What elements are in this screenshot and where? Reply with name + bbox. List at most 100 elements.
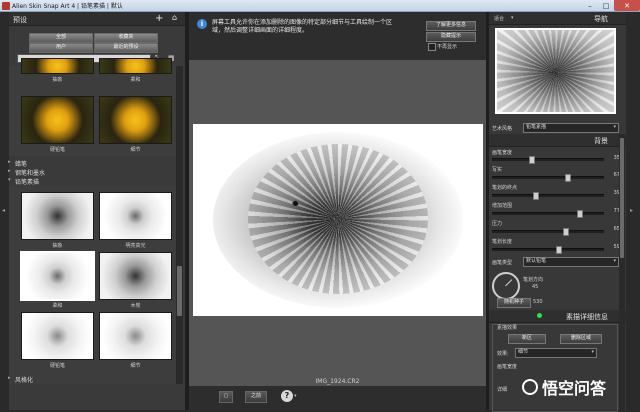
settings-scrollbar[interactable] (619, 134, 625, 410)
stroke-end-slider[interactable] (492, 192, 604, 200)
zoom-label[interactable]: 适合 (494, 15, 504, 22)
detail-title: 素描详细信息 (566, 313, 608, 321)
dont-show-checkbox[interactable] (428, 43, 436, 51)
preset-thumb[interactable] (21, 312, 94, 360)
settings-scroll-thumb[interactable] (620, 138, 624, 258)
preset-thumb[interactable] (99, 58, 172, 74)
preview-image[interactable] (193, 124, 483, 316)
random-seed-value: 530 (533, 299, 543, 305)
category-stylize[interactable]: 风格化 (8, 375, 33, 384)
tab-recent[interactable]: 最近的预设 (94, 43, 158, 53)
right-collapse-strip[interactable]: ▸ (626, 12, 640, 410)
maximize-button[interactable]: □ (598, 0, 614, 11)
dont-show-label: 不再显示 (437, 44, 458, 50)
detail-enabled-indicator[interactable] (537, 313, 542, 318)
remove-region-button[interactable]: 删除区域 (560, 334, 602, 344)
slider-label: 画笔宽度 (492, 150, 513, 156)
tip-text: 屏幕工具允许你在添加删除的图像的特定部分细节与工具绘制一个区域，然后调整详细画面… (212, 19, 393, 34)
category-crayon[interactable]: 蜡笔 (8, 159, 27, 168)
hide-tip-button[interactable]: 隐藏提示 (426, 32, 476, 42)
random-seed-button[interactable]: 随机种子 (497, 298, 531, 308)
add-region-button[interactable]: 新区 (508, 334, 546, 344)
watermark: 悟空问答 (522, 372, 634, 402)
slider-label: 笔划的终点 (492, 185, 518, 191)
close-button[interactable]: ✕ (614, 0, 640, 11)
preset-label: 柔和 (130, 77, 141, 83)
stroke-length-slider[interactable] (492, 246, 604, 254)
dial-hand (505, 279, 513, 287)
minimize-button[interactable]: – (582, 0, 598, 11)
preset-scrollbar[interactable] (176, 66, 183, 384)
navigator-texture (497, 30, 614, 112)
preset-label: 硬铅笔 (49, 363, 65, 369)
preset-thumb[interactable] (21, 96, 94, 144)
tip-bar: i 屏幕工具允许你在添加删除的图像的特定部分细节与工具绘制一个区域，然后调整详细… (189, 12, 486, 60)
background-title: 背景 (594, 137, 608, 145)
slider-knob[interactable] (565, 174, 571, 182)
tab-user[interactable]: 用户 (29, 43, 93, 53)
preset-label: 木炭 (130, 303, 141, 309)
art-style-label: 艺术风格 (492, 126, 513, 132)
preset-thumb[interactable] (99, 252, 172, 300)
slider-value: 59 (613, 244, 620, 250)
art-style-dropdown[interactable]: 铅笔素描 (523, 123, 619, 133)
category-pen-ink[interactable]: 钢笔和墨水 (8, 168, 45, 177)
add-preset-icon[interactable]: + (155, 13, 163, 24)
presets-header: 预设 + ⌂ (9, 12, 185, 26)
app-icon (2, 2, 10, 10)
preset-label: 细节 (130, 147, 141, 153)
slider-value: 39 (613, 190, 620, 196)
slider-knob[interactable] (577, 210, 583, 218)
zoom-dropdown-icon[interactable]: ▾ (511, 15, 514, 21)
preset-label: 抽象 (52, 77, 63, 83)
preset-thumb-selected[interactable] (20, 251, 95, 301)
preset-label: 明亮高光 (125, 243, 146, 249)
preset-grid-top: 抽象 柔和 硬铅笔 细节 (9, 58, 176, 156)
watermark-logo-icon (522, 379, 538, 395)
watermark-text: 悟空问答 (542, 379, 607, 398)
collapse-left-icon[interactable]: ◂ (2, 207, 5, 214)
left-collapse-strip[interactable]: ◂ (0, 12, 9, 410)
realism-slider[interactable] (492, 174, 604, 182)
tab-favorites[interactable]: 收藏夹 (94, 33, 158, 43)
brush-type-label: 画笔类型 (492, 260, 513, 266)
preset-thumb[interactable] (21, 58, 94, 74)
brush-cursor (292, 200, 299, 207)
preset-thumb[interactable] (99, 192, 172, 240)
brush-width-slider[interactable] (492, 156, 604, 164)
preset-thumb[interactable] (99, 312, 172, 360)
pressure-slider[interactable] (492, 228, 604, 236)
slider-knob[interactable] (529, 156, 535, 164)
slider-value: 35 (613, 155, 620, 161)
preset-thumb[interactable] (21, 192, 94, 240)
slider-label: 笔划长度 (492, 239, 513, 245)
navigator-thumbnail[interactable] (495, 28, 616, 114)
split-view-button[interactable]: ▢ (219, 391, 233, 403)
slider-label: 写实 (492, 167, 503, 173)
collapse-right-icon[interactable]: ▸ (630, 207, 633, 214)
learn-more-button[interactable]: 了解更多信息 (426, 21, 476, 31)
home-icon[interactable]: ⌂ (172, 13, 177, 22)
window-title: Alien Skin Snap Art 4 | 铅笔素描 | 默认 (12, 3, 123, 10)
range-slider[interactable] (492, 210, 604, 218)
effect-dropdown[interactable]: 细节 (515, 348, 597, 358)
help-dropdown-icon[interactable]: ▾ (294, 393, 297, 399)
slider-knob[interactable] (563, 228, 569, 236)
slider-knob[interactable] (533, 192, 539, 200)
slider-value: 77 (613, 208, 620, 214)
category-pencil-sketch[interactable]: 铅笔素描 (8, 177, 39, 186)
slider-label: 增加范围 (492, 203, 513, 209)
slider-value: 65 (613, 226, 620, 232)
preset-label: 抽象 (52, 243, 63, 249)
before-button[interactable]: 之前 (245, 391, 267, 403)
slider-knob[interactable] (556, 246, 562, 254)
help-icon[interactable]: ? (281, 390, 293, 402)
stroke-direction-dial[interactable] (492, 272, 520, 300)
preset-label: 柔和 (52, 303, 63, 309)
presets-title: 预设 (13, 16, 27, 24)
preset-thumb[interactable] (99, 96, 172, 144)
preset-scroll-thumb[interactable] (177, 266, 182, 316)
tab-all[interactable]: 全部 (29, 33, 93, 43)
window-titlebar: Alien Skin Snap Art 4 | 铅笔素描 | 默认 – □ ✕ (0, 0, 640, 12)
brush-type-dropdown[interactable]: 默认铅笔 (523, 257, 619, 267)
